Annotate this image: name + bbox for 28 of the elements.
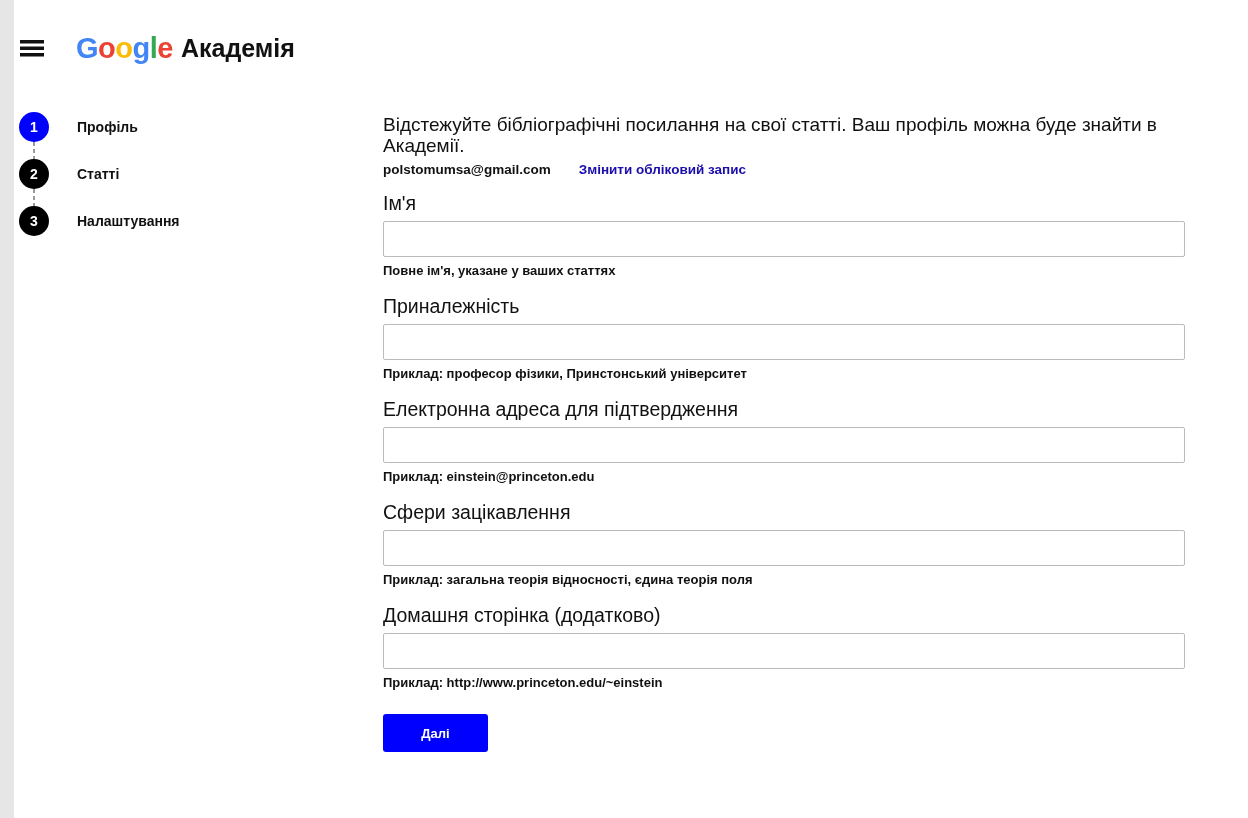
step-number: 2 — [19, 159, 49, 189]
field-hint: Приклад: einstein@princeton.edu — [383, 469, 596, 484]
intro-text: Відстежуйте бібліографічні посилання на свої статті. Ваш профіль можна буде знайти в Академії. — [383, 114, 1158, 156]
field-hint: Повне ім'я, указане у ваших статтях — [383, 263, 617, 278]
input-field[interactable] — [383, 427, 1185, 463]
step-label[interactable]: Профіль — [77, 112, 138, 159]
field-hint: Приклад: професор фізики, Принстонський університет — [383, 366, 748, 381]
field-label: Приналежність — [383, 294, 521, 318]
step-label[interactable]: Налаштування — [77, 206, 180, 253]
step-label[interactable]: Статті — [77, 159, 120, 206]
field-label: Ім'я — [383, 191, 418, 215]
step-number: 1 — [19, 112, 49, 142]
field-hint: Приклад: загальна теорія відносності, єдина теорія поля — [383, 572, 754, 587]
field-label: Електронна адреса для підтвердження — [383, 397, 739, 421]
input-field[interactable] — [383, 633, 1185, 669]
input-field[interactable] — [383, 221, 1185, 257]
account-email: polstomumsa@gmail.com — [383, 162, 551, 177]
app-title: Академія — [180, 33, 295, 63]
change-account-link[interactable]: Змінити обліковий запис — [578, 162, 747, 177]
field-label: Сфери зацікавлення — [383, 500, 572, 524]
field-hint: Приклад: http://www.princeton.edu/~einstein — [383, 675, 664, 690]
menu-icon[interactable] — [20, 39, 44, 57]
input-field[interactable] — [383, 530, 1185, 566]
google-logo[interactable]: Google — [76, 31, 173, 65]
step-number: 3 — [19, 206, 49, 236]
input-field[interactable] — [383, 324, 1185, 360]
field-label: Домашня сторінка (додатково) — [383, 603, 662, 627]
next-button[interactable]: Далі — [383, 714, 488, 752]
